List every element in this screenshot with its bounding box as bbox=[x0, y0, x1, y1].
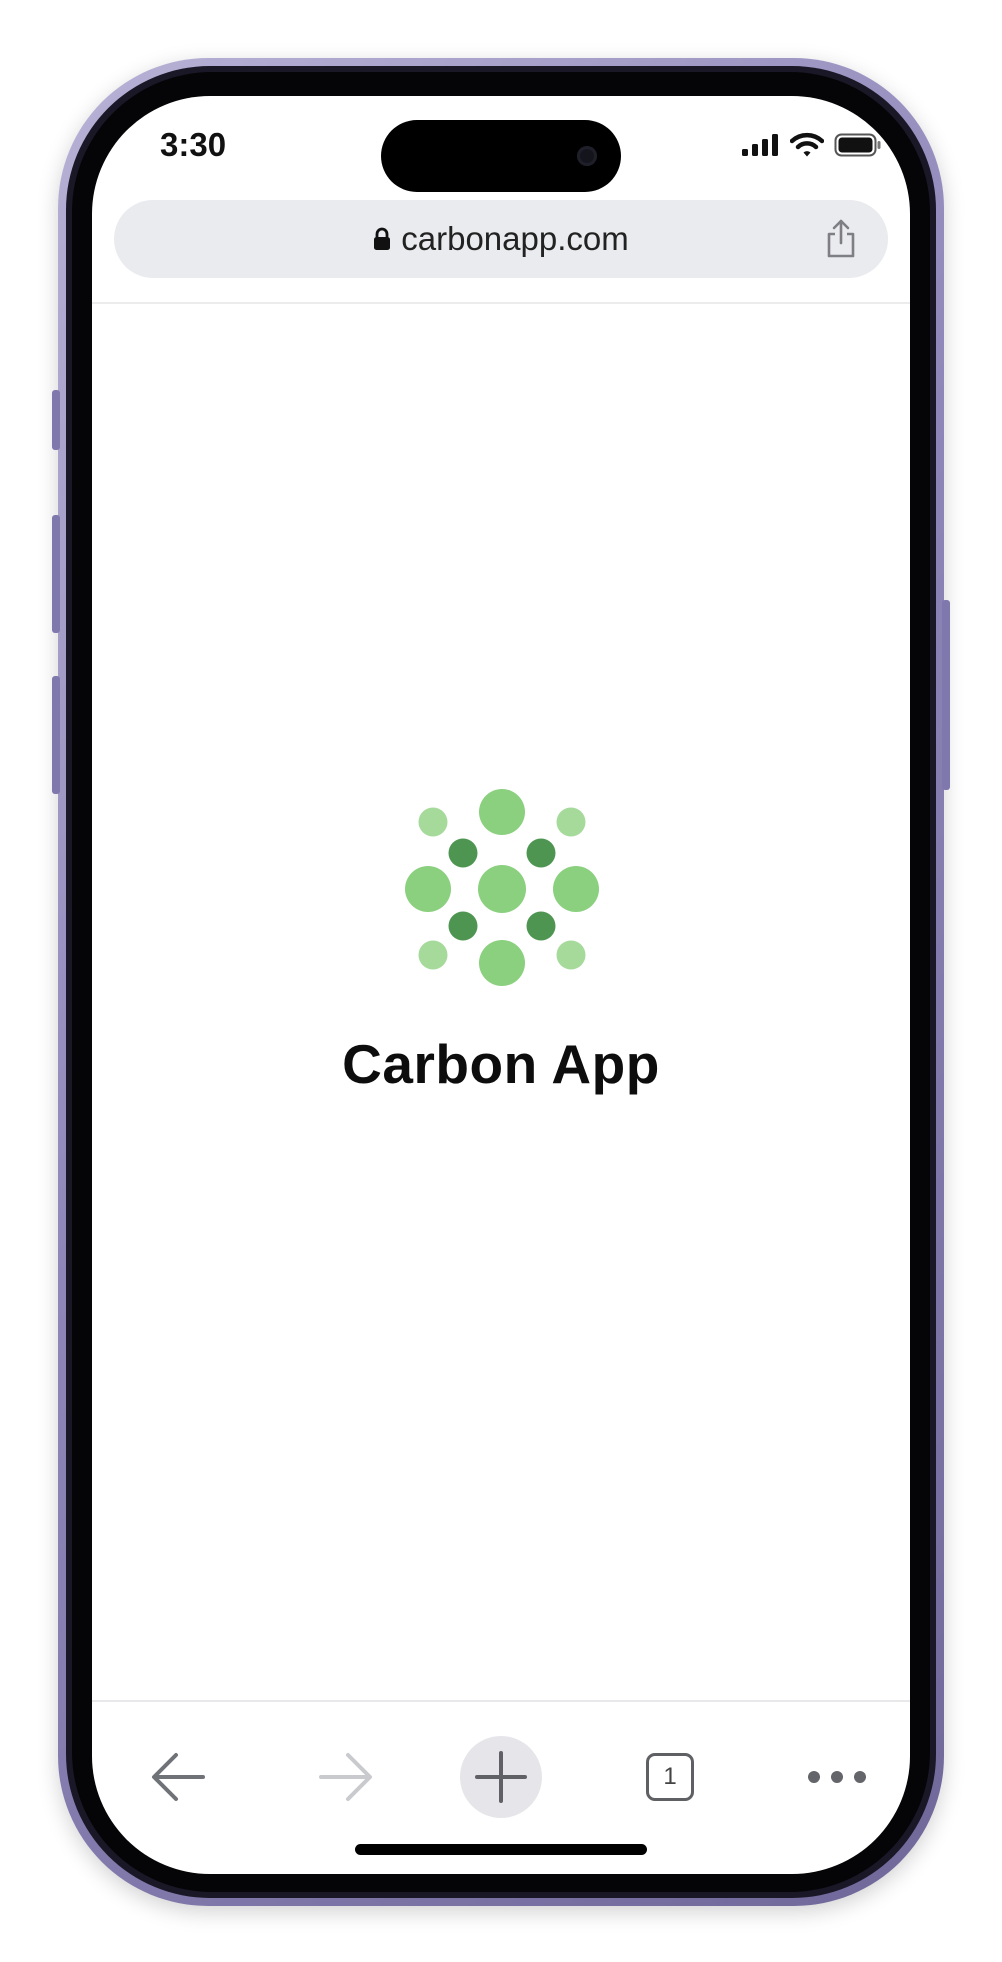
url-text: carbonapp.com bbox=[401, 220, 629, 257]
arrow-right-icon bbox=[319, 1753, 372, 1801]
volume-up-button bbox=[52, 515, 60, 633]
tab-switcher-button[interactable]: 1 bbox=[629, 1736, 711, 1818]
browser-toolbar: 1 bbox=[92, 1736, 910, 1818]
battery-icon bbox=[834, 133, 881, 157]
toolbar-divider bbox=[92, 302, 910, 304]
lock-icon bbox=[374, 227, 391, 250]
home-indicator[interactable] bbox=[355, 1844, 647, 1855]
address-bar[interactable]: carbonapp.com bbox=[114, 200, 888, 278]
forward-button[interactable] bbox=[305, 1736, 387, 1818]
power-button bbox=[942, 600, 950, 790]
tab-switcher-icon: 1 bbox=[646, 1753, 694, 1801]
new-tab-button[interactable] bbox=[460, 1736, 542, 1818]
front-camera bbox=[577, 146, 597, 166]
bottom-toolbar-divider bbox=[92, 1700, 910, 1702]
device-mockup: 3:30 carbonapp.com Carbon App 1 bbox=[0, 0, 1002, 1962]
back-button[interactable] bbox=[137, 1736, 219, 1818]
phone-screen: 3:30 carbonapp.com Carbon App 1 bbox=[92, 96, 910, 1874]
more-menu-button[interactable] bbox=[796, 1736, 878, 1818]
arrow-left-icon bbox=[152, 1753, 205, 1801]
plus-icon bbox=[475, 1751, 527, 1803]
share-button[interactable] bbox=[824, 218, 858, 265]
url-display[interactable]: carbonapp.com bbox=[114, 200, 888, 278]
app-title: Carbon App bbox=[342, 1033, 660, 1095]
volume-down-button bbox=[52, 676, 60, 794]
carbon-app-logo bbox=[405, 789, 599, 986]
dynamic-island bbox=[381, 120, 621, 192]
status-time: 3:30 bbox=[160, 126, 227, 163]
status-icons bbox=[742, 132, 882, 158]
more-dots-icon bbox=[808, 1771, 866, 1783]
share-icon bbox=[827, 219, 855, 258]
signal-icon bbox=[742, 134, 778, 156]
wifi-icon bbox=[790, 132, 824, 157]
tab-count: 1 bbox=[663, 1763, 677, 1790]
action-button bbox=[52, 390, 60, 450]
